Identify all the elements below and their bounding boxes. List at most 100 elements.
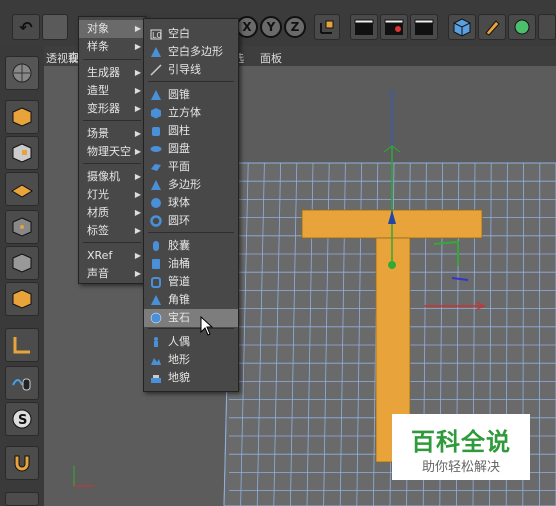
undo-button[interactable]: ↶	[12, 14, 40, 40]
create-menu-item[interactable]: 声音 ▶	[79, 265, 145, 283]
object-menu-item[interactable]: 圆盘	[144, 140, 238, 158]
menu-item-label: 样条	[87, 40, 109, 53]
menu-separator	[148, 232, 234, 233]
menu-item-label: 空白	[168, 27, 190, 40]
menu-item-label: 圆盘	[168, 142, 190, 155]
workplane-button[interactable]	[5, 492, 39, 506]
create-menu-item[interactable]: 造型 ▶	[79, 82, 145, 100]
create-menu-item[interactable]: 标签 ▶	[79, 222, 145, 240]
render-settings-button[interactable]	[410, 14, 438, 40]
menu-item-label: 人偶	[168, 335, 190, 348]
tweak-mode-button[interactable]	[5, 366, 39, 400]
axis-mode-button[interactable]	[5, 328, 39, 362]
object-menu-item[interactable]: 地貌	[144, 369, 238, 387]
object-menu-item[interactable]: 圆环	[144, 212, 238, 230]
object-menu-item[interactable]: 球体	[144, 194, 238, 212]
tube-icon	[151, 277, 161, 288]
object-menu-item[interactable]: 立方体	[144, 104, 238, 122]
cube-icon	[151, 108, 161, 119]
render-view-button[interactable]	[350, 14, 378, 40]
figure-icon	[154, 337, 158, 347]
menu-item-label: 平面	[168, 160, 190, 173]
menu-item-label: 声音	[87, 267, 109, 280]
z-axis-button[interactable]: Z	[284, 16, 306, 38]
object-menu-item[interactable]: 胶囊	[144, 237, 238, 255]
object-menu-item[interactable]: 角锥	[144, 291, 238, 309]
submenu-arrow-icon: ▶	[134, 86, 141, 95]
guide-line-icon	[150, 64, 162, 76]
model-mode-button[interactable]	[5, 56, 39, 90]
pyramid-icon	[151, 295, 161, 305]
uv-mode-button[interactable]	[5, 210, 39, 244]
magnet-button[interactable]	[5, 446, 39, 480]
object-menu-item[interactable]: 平面	[144, 158, 238, 176]
object-menu-item[interactable]: 引导线	[144, 61, 238, 79]
clapper-render-icon	[384, 19, 404, 35]
redo-button[interactable]	[42, 14, 68, 40]
object-menu-item[interactable]: 地形	[144, 351, 238, 369]
menu-item-label: 球体	[168, 196, 190, 209]
create-menu-item[interactable]: 变形器 ▶	[79, 100, 145, 118]
object-menu-item[interactable]: 宝石	[144, 309, 238, 327]
z-axis-label: Z	[290, 20, 300, 34]
object-menu-item[interactable]: 圆柱	[144, 122, 238, 140]
menu-separator	[148, 328, 234, 329]
subdivision-button[interactable]	[508, 14, 536, 40]
clapper-settings-icon	[414, 19, 434, 35]
add-cube-button[interactable]	[448, 14, 476, 40]
checker-cube-icon	[12, 143, 32, 163]
watermark-subtitle: 助你轻松解决	[421, 460, 500, 475]
object-menu-item[interactable]: 油桶	[144, 255, 238, 273]
object-mode-button[interactable]	[5, 246, 39, 280]
points-mode-button[interactable]	[5, 100, 39, 134]
subdivision-icon	[514, 19, 530, 35]
x-axis-button[interactable]: X	[236, 16, 258, 38]
menu-item-label: 变形器	[87, 102, 120, 115]
texture-mode-button[interactable]	[5, 282, 39, 316]
create-menu-item[interactable]: 场景 ▶	[79, 125, 145, 143]
coordinate-system-button[interactable]	[314, 14, 340, 40]
panel-menu-label[interactable]: 面板	[260, 50, 282, 66]
menu-item-label: 立方体	[168, 106, 201, 119]
menu-item-label: 摄像机	[87, 170, 120, 183]
landscape-icon	[151, 358, 161, 365]
submenu-arrow-icon: ▶	[134, 104, 141, 113]
create-menu-item[interactable]: 生成器 ▶	[79, 64, 145, 82]
menu-item-label: 造型	[87, 84, 109, 97]
menu-item-label: 胶囊	[168, 239, 190, 252]
y-axis-button[interactable]: Y	[260, 16, 282, 38]
create-menu-item[interactable]: 物理天空 ▶	[79, 143, 145, 161]
polygons-mode-button[interactable]	[5, 172, 39, 206]
oil-tank-icon	[152, 259, 160, 269]
create-menu-item[interactable]: XRef ▶	[79, 247, 145, 265]
capsule-icon	[153, 241, 159, 251]
render-picture-button[interactable]	[380, 14, 408, 40]
polygon-icon	[151, 180, 161, 190]
create-menu-item[interactable]: 对象 ▶	[79, 20, 145, 38]
x-axis-label: X	[242, 20, 252, 34]
menu-item-label: 多边形	[168, 178, 201, 191]
create-menu-item[interactable]: 灯光 ▶	[79, 186, 145, 204]
object-menu-item[interactable]: 圆锥	[144, 86, 238, 104]
object-menu-item[interactable]: 空白多边形	[144, 43, 238, 61]
create-menu-item[interactable]: 材质 ▶	[79, 204, 145, 222]
submenu-arrow-icon: ▶	[134, 129, 141, 138]
snap-button[interactable]: S	[5, 402, 39, 436]
more-tools-button[interactable]	[538, 14, 556, 40]
menu-item-label: 标签	[87, 224, 109, 237]
object-menu-item[interactable]: 管道	[144, 273, 238, 291]
submenu-arrow-icon: ▶	[134, 68, 141, 77]
mouse-cursor-icon	[200, 316, 214, 336]
pen-tool-button[interactable]	[478, 14, 506, 40]
object-menu-item[interactable]: 多边形	[144, 176, 238, 194]
submenu-arrow-icon: ▶	[134, 226, 141, 235]
create-menu-item[interactable]: 样条 ▶	[79, 38, 145, 56]
s-snap-icon: S	[12, 409, 32, 429]
create-menu-item[interactable]: 摄像机 ▶	[79, 168, 145, 186]
cube-vertex-icon	[12, 217, 32, 237]
edges-mode-button[interactable]	[5, 136, 39, 170]
submenu-arrow-icon: ▶	[134, 42, 141, 51]
object-menu-item[interactable]: 人偶	[144, 333, 238, 351]
submenu-arrow-icon: ▶	[134, 190, 141, 199]
object-menu-item[interactable]: L0 空白	[144, 25, 238, 43]
